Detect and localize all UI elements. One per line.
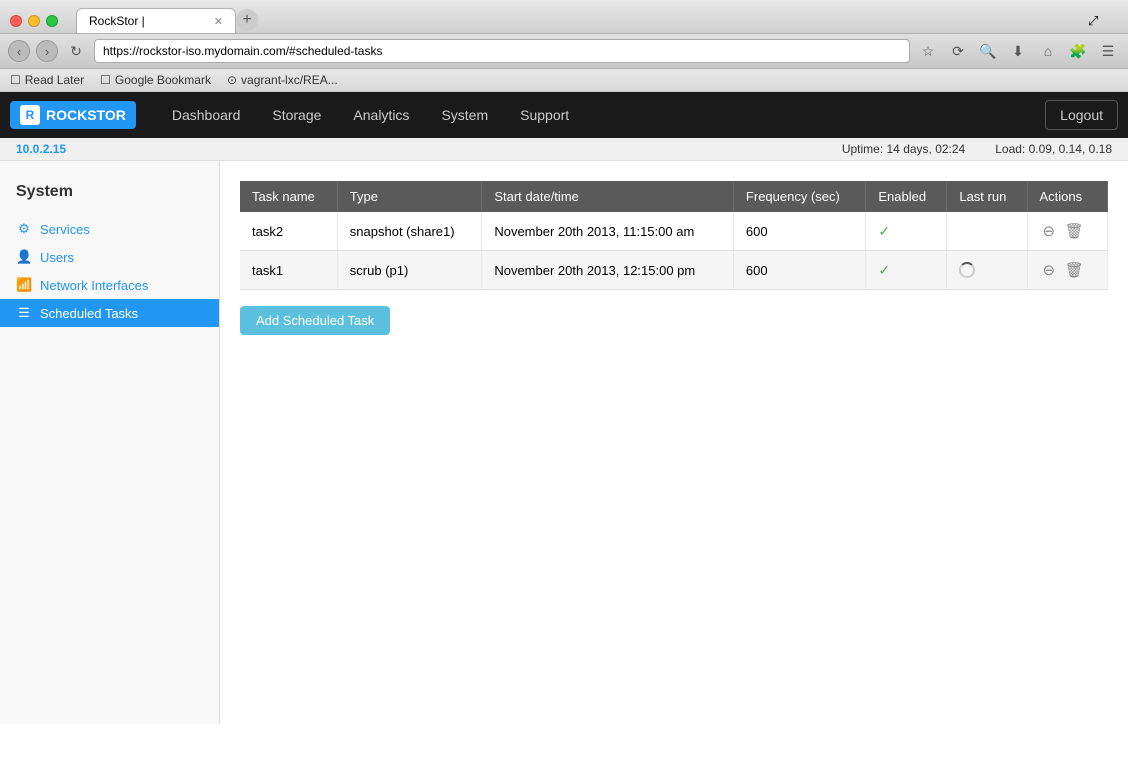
maximize-button[interactable]: [46, 15, 58, 27]
table-header: Task name Type Start date/time Frequency…: [240, 181, 1108, 212]
bookmark-checkbox-icon-2: ☐: [100, 73, 111, 87]
table-row: task2 snapshot (share1) November 20th 20…: [240, 212, 1108, 251]
col-actions: Actions: [1027, 181, 1108, 212]
logout-button[interactable]: Logout: [1045, 100, 1118, 130]
logo-icon: R: [20, 105, 40, 125]
bookmarks-bar: ☐ Read Later ☐ Google Bookmark ⊙ vagrant…: [0, 69, 1128, 92]
sidebar-item-services-label: Services: [40, 222, 90, 237]
sidebar-item-network-label: Network Interfaces: [40, 278, 148, 293]
tasks-table: Task name Type Start date/time Frequency…: [240, 181, 1108, 290]
datetime-cell: November 20th 2013, 11:15:00 am: [482, 212, 734, 251]
menu-icon[interactable]: ☰: [1096, 39, 1120, 63]
list-icon: ☰: [16, 305, 32, 321]
last-run-cell: [947, 212, 1027, 251]
task-name-cell: task1: [240, 251, 337, 290]
bookmark-label-3: vagrant-lxc/REA...: [241, 73, 338, 87]
address-bar[interactable]: [94, 39, 910, 63]
bookmark-icon[interactable]: ☆: [916, 39, 940, 63]
traffic-lights: [10, 15, 58, 27]
sidebar-item-users-label: Users: [40, 250, 74, 265]
nav-menu: Dashboard Storage Analytics System Suppo…: [156, 92, 1045, 138]
col-frequency: Frequency (sec): [733, 181, 865, 212]
task-name-cell: task2: [240, 212, 337, 251]
nav-dashboard[interactable]: Dashboard: [156, 92, 257, 138]
app-navbar: R ROCKSTOR Dashboard Storage Analytics S…: [0, 92, 1128, 138]
close-button[interactable]: [10, 15, 22, 27]
minimize-button[interactable]: [28, 15, 40, 27]
extensions-icon[interactable]: 🧩: [1066, 39, 1090, 63]
duckduckgo-search[interactable]: 🔍: [976, 39, 1000, 63]
status-bar: 10.0.2.15 Uptime: 14 days, 02:24 Load: 0…: [0, 138, 1128, 161]
sidebar-item-network[interactable]: 📶 Network Interfaces: [0, 271, 219, 299]
frequency-cell: 600: [733, 212, 865, 251]
version-label: 10.0.2.15: [16, 142, 66, 156]
datetime-cell: November 20th 2013, 12:15:00 pm: [482, 251, 734, 290]
enabled-cell: ✓: [866, 251, 947, 290]
last-run-cell: [947, 251, 1027, 290]
checkmark-icon: ✓: [878, 262, 890, 278]
user-icon: 👤: [16, 249, 32, 265]
sidebar-item-services[interactable]: ⚙ Services: [0, 215, 219, 243]
uptime-label: Uptime: 14 days, 02:24: [842, 142, 965, 156]
nav-analytics[interactable]: Analytics: [337, 92, 425, 138]
col-start-datetime: Start date/time: [482, 181, 734, 212]
tab-close-icon[interactable]: ✕: [214, 15, 223, 28]
sidebar-title: System: [0, 177, 219, 207]
new-tab-button[interactable]: +: [236, 9, 258, 31]
app-logo[interactable]: R ROCKSTOR: [10, 101, 136, 129]
col-type: Type: [337, 181, 482, 212]
disable-button[interactable]: ⊖: [1040, 259, 1059, 281]
checkmark-icon: ✓: [878, 223, 890, 239]
bookmark-vagrant[interactable]: ⊙ vagrant-lxc/REA...: [227, 73, 338, 87]
nav-storage[interactable]: Storage: [256, 92, 337, 138]
window-controls: ⤢: [1088, 13, 1118, 29]
col-last-run: Last run: [947, 181, 1027, 212]
delete-button[interactable]: 🗑: [1062, 220, 1087, 242]
table-body: task2 snapshot (share1) November 20th 20…: [240, 212, 1108, 290]
frequency-cell: 600: [733, 251, 865, 290]
refresh-icon[interactable]: ⟳: [946, 39, 970, 63]
browser-toolbar: ‹ › ↻ ☆ ⟳ 🔍 ⬇ ⌂ 🧩 ☰: [0, 34, 1128, 69]
nav-support[interactable]: Support: [504, 92, 585, 138]
browser-titlebar: RockStor | ✕ + ⤢: [0, 0, 1128, 34]
load-label: Load: 0.09, 0.14, 0.18: [995, 142, 1112, 156]
tab-bar: RockStor | ✕ +: [76, 8, 1080, 33]
home-icon[interactable]: ⌂: [1036, 39, 1060, 63]
back-button[interactable]: ‹: [8, 40, 30, 62]
content-area: Task name Type Start date/time Frequency…: [220, 161, 1128, 724]
spinner-icon: [959, 262, 975, 278]
delete-button[interactable]: 🗑: [1062, 259, 1087, 281]
gear-icon: ⚙: [16, 221, 32, 237]
col-enabled: Enabled: [866, 181, 947, 212]
bookmark-read-later[interactable]: ☐ Read Later: [10, 73, 84, 87]
download-icon[interactable]: ⬇: [1006, 39, 1030, 63]
sidebar-item-users[interactable]: 👤 Users: [0, 243, 219, 271]
bookmark-google[interactable]: ☐ Google Bookmark: [100, 73, 211, 87]
main-layout: System ⚙ Services 👤 Users 📶 Network Inte…: [0, 161, 1128, 724]
sidebar-item-tasks-label: Scheduled Tasks: [40, 306, 138, 321]
disable-button[interactable]: ⊖: [1040, 220, 1059, 242]
actions-cell: ⊖ 🗑: [1027, 251, 1108, 290]
network-icon: 📶: [16, 277, 32, 293]
col-task-name: Task name: [240, 181, 337, 212]
bookmark-label-2: Google Bookmark: [115, 73, 211, 87]
sidebar-item-scheduled-tasks[interactable]: ☰ Scheduled Tasks: [0, 299, 219, 327]
status-right: Uptime: 14 days, 02:24 Load: 0.09, 0.14,…: [842, 142, 1112, 156]
table-row: task1 scrub (p1) November 20th 2013, 12:…: [240, 251, 1108, 290]
logo-text: ROCKSTOR: [46, 107, 126, 123]
add-scheduled-task-button[interactable]: Add Scheduled Task: [240, 306, 390, 335]
tab-title: RockStor |: [89, 14, 208, 28]
active-tab[interactable]: RockStor | ✕: [76, 8, 236, 33]
nav-system[interactable]: System: [425, 92, 504, 138]
sidebar: System ⚙ Services 👤 Users 📶 Network Inte…: [0, 161, 220, 724]
type-cell: scrub (p1): [337, 251, 482, 290]
type-cell: snapshot (share1): [337, 212, 482, 251]
github-icon: ⊙: [227, 73, 237, 87]
actions-cell: ⊖ 🗑: [1027, 212, 1108, 251]
bookmark-label: Read Later: [25, 73, 84, 87]
reload-button[interactable]: ↻: [64, 39, 88, 63]
forward-button[interactable]: ›: [36, 40, 58, 62]
bookmark-checkbox-icon: ☐: [10, 73, 21, 87]
enabled-cell: ✓: [866, 212, 947, 251]
